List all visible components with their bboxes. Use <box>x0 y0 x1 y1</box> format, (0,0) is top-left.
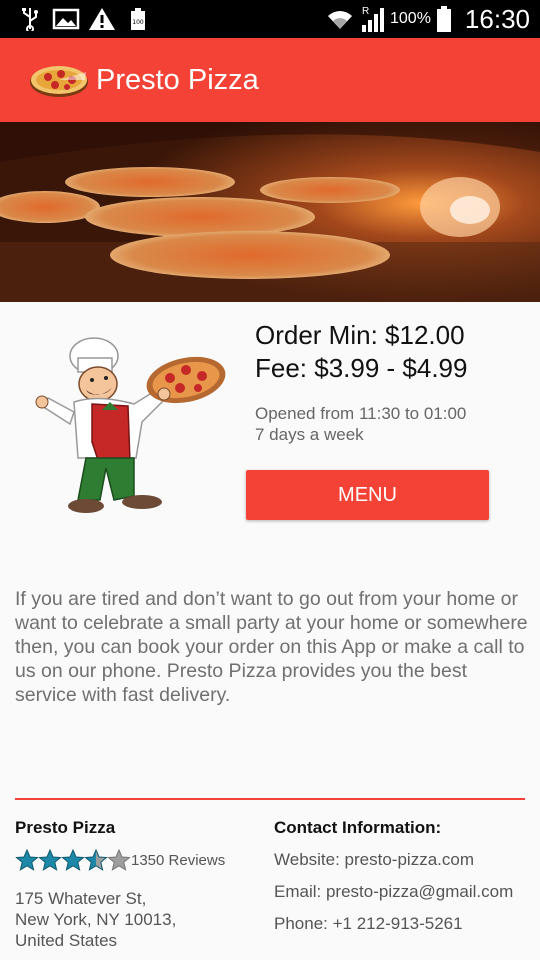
pizza-logo-icon <box>30 66 88 97</box>
divider <box>15 798 525 800</box>
warning-icon <box>89 8 115 30</box>
battery-small-icon: 100 <box>131 8 145 30</box>
image-icon <box>52 8 80 30</box>
email-link[interactable]: Email: presto-pizza@gmail.com <box>274 882 513 902</box>
opening-hours: Opened from 11:30 to 01:00 <box>255 404 467 423</box>
signal-icon: R <box>362 6 384 32</box>
svg-text:100: 100 <box>132 19 144 26</box>
chef-illustration <box>35 337 226 513</box>
contact-title: Contact Information: <box>274 818 442 837</box>
usb-icon <box>22 8 38 31</box>
address-line-2: New York, NY 10013, <box>15 910 177 929</box>
review-count: 1350 Reviews <box>131 851 226 869</box>
business-name: Presto Pizza <box>15 818 116 837</box>
phone-link[interactable]: Phone: +1 212-913-5261 <box>274 914 463 934</box>
rating-stars: 1350 Reviews <box>15 848 225 872</box>
order-minimum: Order Min: $12.00 <box>255 320 465 350</box>
star-half-icon <box>84 848 108 871</box>
address-line-1: 175 Whatever St, <box>15 889 147 908</box>
clock: 16:30 <box>464 3 530 34</box>
opening-days: 7 days a week <box>255 425 364 444</box>
wifi-icon <box>328 11 352 29</box>
address-line-3: United States <box>15 931 118 950</box>
app-bar: Presto Pizza <box>0 38 540 122</box>
star-empty-icon <box>107 848 131 871</box>
website-link[interactable]: Website: presto-pizza.com <box>274 850 474 870</box>
status-bar: 100 R 100% 16:30 <box>0 0 540 38</box>
description: If you are tired and don’t want to go ou… <box>15 588 528 706</box>
star-full-icon <box>15 848 39 871</box>
hero-image <box>0 122 540 302</box>
menu-button[interactable]: MENU <box>246 470 489 520</box>
delivery-fee: Fee: $3.99 - $4.99 <box>255 353 468 383</box>
star-full-icon <box>38 848 62 871</box>
battery-percent: 100% <box>390 10 431 27</box>
star-full-icon <box>61 848 85 871</box>
battery-icon <box>436 6 451 32</box>
svg-text:R: R <box>362 6 369 17</box>
app-title: Presto Pizza <box>96 63 259 96</box>
